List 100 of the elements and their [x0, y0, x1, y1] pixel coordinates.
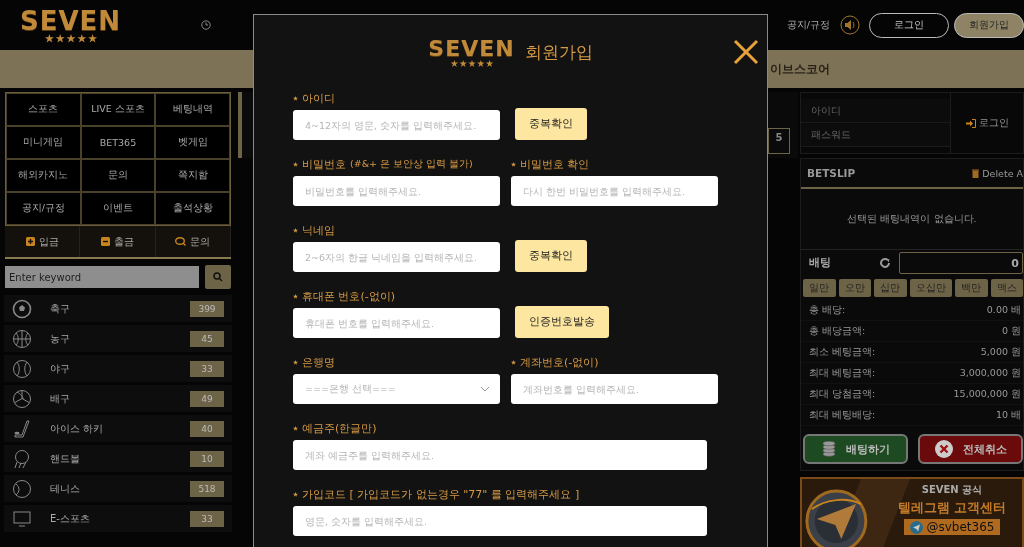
speaker-icon[interactable]: [840, 15, 860, 35]
dialog-logo: SEVEN: [428, 37, 515, 60]
volleyball-icon: [12, 388, 32, 409]
sign-in-icon: [965, 118, 976, 128]
menu-item[interactable]: 출석상황: [155, 192, 230, 225]
action-button[interactable]: 문의: [155, 226, 231, 257]
sport-name: 배구: [50, 391, 71, 406]
plus-icon: [25, 237, 35, 246]
menu-item[interactable]: BET365: [80, 126, 156, 159]
bet-amount-field[interactable]: 0: [899, 252, 1023, 274]
menu-item[interactable]: 쪽지함: [155, 159, 230, 192]
input-field[interactable]: 계좌번호를 입력해주세요.: [511, 374, 718, 404]
required-icon: [293, 425, 298, 431]
summary-value: 15,000,000 원: [953, 387, 1021, 401]
field-label: 은행명: [302, 354, 335, 370]
banner-title: 텔레그램 고객센터: [897, 499, 1007, 517]
required-icon: [511, 359, 516, 365]
menu-item[interactable]: 베팅내역: [155, 93, 230, 126]
required-icon: [293, 161, 298, 167]
sport-item[interactable]: 아이스 하키 40: [4, 415, 232, 442]
summary-label: 총 배당:: [809, 303, 846, 317]
stars-icon: [43, 33, 98, 43]
cancel-all-button[interactable]: 전체취소: [918, 434, 1023, 464]
menu-item[interactable]: 벳게임: [155, 126, 230, 159]
sport-item[interactable]: 농구 45: [4, 325, 232, 352]
required-icon: [293, 359, 298, 365]
input-field[interactable]: 영문, 숫자를 입력해주세요.: [293, 506, 707, 536]
sport-name: 테니스: [50, 481, 81, 496]
input-field[interactable]: 비밀번호를 입력해주세요.: [293, 176, 500, 206]
required-icon: [293, 293, 298, 299]
id-field[interactable]: 아이디: [801, 99, 950, 123]
field-label: 아이디: [302, 90, 335, 106]
search-field[interactable]: Enter keyword: [5, 266, 199, 288]
menu-item[interactable]: 해외카지노: [6, 159, 81, 192]
logo[interactable]: SEVEN: [20, 7, 122, 34]
menu-item[interactable]: 이벤트: [80, 192, 156, 225]
input-field[interactable]: 휴대폰 번호를 입력해주세요.: [293, 308, 500, 338]
search-button[interactable]: [205, 265, 231, 289]
monitor-icon: [12, 508, 32, 529]
verify-button[interactable]: 중복확인: [515, 240, 587, 272]
menu-item[interactable]: 미니게임: [6, 126, 81, 159]
clock-icon[interactable]: [201, 20, 212, 30]
banner-heading: SEVEN 공식: [921, 483, 983, 497]
menu-item[interactable]: 스포츠: [6, 93, 81, 126]
sport-item[interactable]: E-스포츠 33: [4, 505, 232, 532]
action-button[interactable]: 출금: [80, 226, 156, 257]
input-field[interactable]: 4~12자의 영문, 숫자를 입력해주세요.: [293, 110, 500, 140]
notice-link[interactable]: 공지/규정: [786, 18, 830, 32]
sport-item[interactable]: 핸드볼 10: [4, 445, 232, 472]
summary-label: 최대 당첨금액:: [809, 387, 876, 401]
summary-label: 최대 베팅배당:: [809, 408, 876, 422]
place-bet-button[interactable]: 배팅하기: [803, 434, 908, 464]
login-button[interactable]: 로그인: [951, 93, 1023, 153]
count-badge: 10: [190, 450, 224, 467]
signup-button[interactable]: 회원가입: [954, 12, 1024, 38]
required-icon: [511, 161, 516, 167]
summary-label: 최소 베팅금액:: [809, 345, 876, 359]
close-button[interactable]: [733, 39, 759, 65]
sport-item[interactable]: 축구 399: [4, 295, 232, 322]
summary-value: 0 원: [1001, 324, 1021, 338]
close-icon: [934, 440, 953, 458]
verify-button[interactable]: 인증번호발송: [515, 306, 609, 338]
baseball-icon: [12, 358, 32, 379]
input-field[interactable]: 계좌 예금주를 입력해주세요.: [293, 440, 707, 470]
trash-icon: [972, 168, 980, 178]
field-label: 휴대폰 번호(-없이): [302, 288, 396, 304]
sport-item[interactable]: 테니스 518: [4, 475, 232, 502]
field-label: 계좌번호(-없이): [520, 354, 599, 370]
input-field[interactable]: 2~6자의 한글 닉네임을 입력해주세요.: [293, 242, 500, 272]
sport-name: 아이스 하키: [50, 421, 105, 436]
paper-plane-icon: [909, 520, 923, 534]
input-field[interactable]: 다시 한번 비밀번호를 입력해주세요.: [511, 176, 718, 206]
handball-icon: [12, 448, 32, 469]
tennis-ball-icon: [12, 478, 32, 499]
chat-icon: [175, 237, 187, 246]
sport-name: E-스포츠: [50, 511, 91, 526]
empty-message: 선택된 배팅내역이 없습니다.: [846, 211, 978, 226]
refresh-icon[interactable]: [879, 257, 891, 269]
telegram-banner[interactable]: SEVEN 공식 텔레그램 고객센터 @svbet365: [800, 477, 1024, 547]
sport-name: 축구: [50, 301, 71, 316]
delete-all-button[interactable]: Delete A: [972, 167, 1023, 179]
verify-button[interactable]: 중복확인: [515, 108, 587, 140]
soccer-ball-icon: [12, 298, 32, 319]
required-icon: [293, 491, 298, 497]
page-number[interactable]: 5: [768, 128, 790, 154]
menu-item[interactable]: 공지/규정: [6, 192, 81, 225]
sport-item[interactable]: 배구 49: [4, 385, 232, 412]
menu-item[interactable]: LIVE 스포츠: [80, 93, 156, 126]
count-badge: 399: [190, 300, 224, 317]
action-button[interactable]: 입금: [5, 226, 81, 257]
count-badge: 40: [190, 420, 224, 437]
sport-name: 농구: [50, 331, 71, 346]
dialog-title: 회원가입: [524, 41, 593, 64]
summary-label: 최대 베팅금액:: [809, 366, 876, 380]
menu-item[interactable]: 문의: [80, 159, 156, 192]
password-field[interactable]: 패스워드: [801, 123, 950, 147]
login-button[interactable]: 로그인: [869, 12, 949, 38]
count-badge: 518: [190, 480, 224, 497]
sport-item[interactable]: 야구 33: [4, 355, 232, 382]
summary-value: 10 배: [995, 408, 1021, 422]
